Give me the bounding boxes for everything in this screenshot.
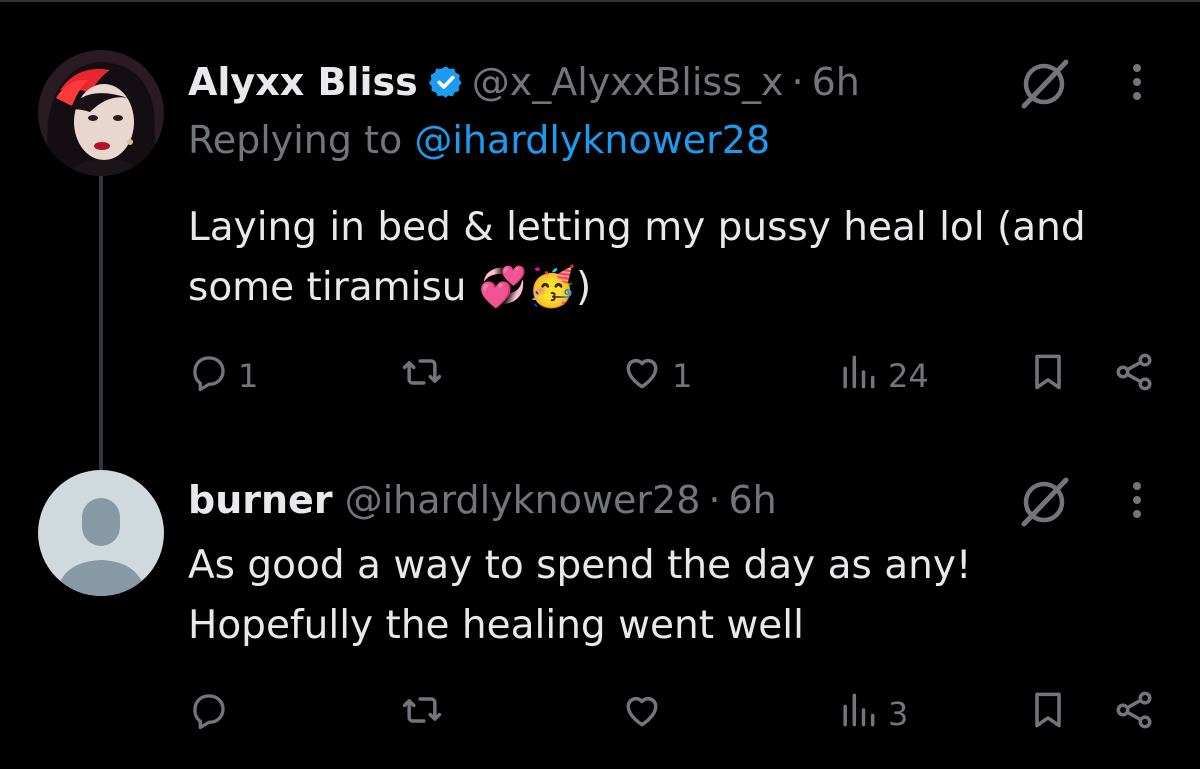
- like-button[interactable]: [620, 684, 672, 744]
- grok-icon[interactable]: [1016, 472, 1072, 528]
- separator-dot: ·: [708, 478, 721, 522]
- thread-connector-line: [99, 176, 103, 472]
- timestamp[interactable]: 6h: [728, 478, 776, 522]
- reply-icon: [188, 689, 230, 739]
- avatar[interactable]: [38, 50, 164, 176]
- display-name[interactable]: burner: [188, 478, 333, 522]
- tweet-header: Alyxx Bliss @x_AlyxxBliss_x · 6h: [188, 52, 860, 112]
- like-icon: [620, 350, 664, 402]
- views-count: 3: [888, 695, 909, 733]
- timestamp[interactable]: 6h: [812, 60, 860, 104]
- share-button[interactable]: [1112, 684, 1156, 744]
- reply-count: 1: [238, 357, 259, 395]
- tweet-text-line: some tiramisu 💞🥳): [188, 265, 592, 310]
- repost-icon: [400, 350, 444, 402]
- repost-button[interactable]: [400, 684, 452, 744]
- share-button[interactable]: [1112, 346, 1156, 406]
- like-button[interactable]: 1: [620, 346, 692, 406]
- bookmark-icon: [1026, 350, 1070, 402]
- tweet-header: burner @ihardlyknower28 · 6h: [188, 470, 777, 530]
- top-divider: [0, 0, 1200, 2]
- user-handle[interactable]: @x_AlyxxBliss_x: [472, 60, 784, 104]
- like-icon: [620, 688, 664, 740]
- action-bar: 3: [188, 684, 1188, 744]
- views-button[interactable]: 3: [836, 684, 908, 744]
- tweet-text: As good a way to spend the day as any! H…: [188, 536, 972, 656]
- reply-button[interactable]: [188, 684, 238, 744]
- like-count: 1: [672, 357, 693, 395]
- views-count: 24: [888, 357, 929, 395]
- grok-icon[interactable]: [1016, 54, 1072, 110]
- tweet-text-line: As good a way to spend the day as any!: [188, 543, 972, 588]
- repost-button[interactable]: [400, 346, 452, 406]
- more-icon[interactable]: [1122, 54, 1152, 110]
- views-button[interactable]: 24: [836, 346, 929, 406]
- bookmark-button[interactable]: [1026, 684, 1070, 744]
- repost-icon: [400, 688, 444, 740]
- replying-to-mention[interactable]: @ihardlyknower28: [414, 118, 770, 162]
- tweet-text: Laying in bed & letting my pussy heal lo…: [188, 198, 1086, 318]
- replying-to-line: Replying to @ihardlyknower28: [188, 118, 770, 162]
- separator-dot: ·: [791, 60, 804, 104]
- tweet-text-line: Hopefully the healing went well: [188, 603, 804, 648]
- tweet-text-line: Laying in bed & letting my pussy heal lo…: [188, 205, 1086, 250]
- avatar[interactable]: [38, 470, 164, 596]
- bookmark-icon: [1026, 688, 1070, 740]
- views-icon: [836, 688, 880, 740]
- more-icon[interactable]: [1122, 472, 1152, 528]
- reply-button[interactable]: 1: [188, 346, 258, 406]
- verified-badge-icon[interactable]: [428, 64, 464, 100]
- display-name[interactable]: Alyxx Bliss: [188, 60, 418, 104]
- action-bar: 1 1 24: [188, 346, 1188, 406]
- reply-icon: [188, 351, 230, 401]
- bookmark-button[interactable]: [1026, 346, 1070, 406]
- share-icon: [1112, 688, 1156, 740]
- views-icon: [836, 350, 880, 402]
- share-icon: [1112, 350, 1156, 402]
- replying-prefix: Replying to: [188, 118, 415, 162]
- user-handle[interactable]: @ihardlyknower28: [345, 478, 701, 522]
